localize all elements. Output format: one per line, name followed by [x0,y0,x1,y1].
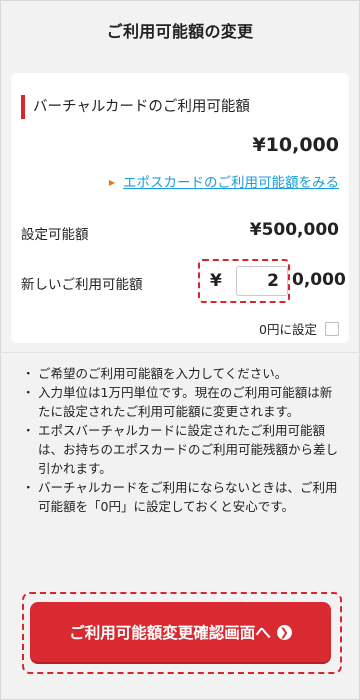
bullet: ・ [22,480,35,495]
page-title: ご利用可能額の変更 [106,22,254,41]
zero-setting-checkbox[interactable] [325,321,339,336]
bullet: ・ [22,385,35,400]
zero-setting-row: 0円に設定 [259,319,339,338]
list-item: ・入力単位は1万円単位です。現在のご利用可能額は新たに設定されたご利用可能額に変… [22,383,340,421]
settable-limit-value: ¥500,000 [249,220,339,240]
amount-suffix: 0,000 [292,270,346,290]
divider [0,352,360,353]
zero-setting-label: 0円に設定 [259,322,317,337]
list-item: ・エポスバーチャルカードに設定されたご利用可能額は、お持ちのエポスカードのご利用… [22,421,340,478]
bullet: ・ [22,423,35,438]
epos-link-label: エポスカードのご利用可能額をみる [123,175,339,191]
triangle-marker-icon: ▶ [108,178,115,187]
settable-limit-label: 設定可能額 [21,227,89,243]
note-text: 入力単位は1万円単位です。現在のご利用可能額は新たに設定されたご利用可能額に変更… [38,385,333,419]
limit-card: バーチャルカードのご利用可能額 ¥10,000 ▶ エポスカードのご利用可能額をみ… [11,73,349,343]
cta-highlight: ご利用可能額変更確認画面へ ❯ [22,592,342,674]
section-title: バーチャルカードのご利用可能額 [21,95,250,119]
confirm-change-label: ご利用可能額変更確認画面へ [69,624,271,642]
list-item: ・ご希望のご利用可能額を入力してください。 [22,364,340,383]
confirm-change-button[interactable]: ご利用可能額変更確認画面へ ❯ [30,602,331,662]
note-text: エポスバーチャルカードに設定されたご利用可能額は、お持ちのエポスカードのご利用可… [38,423,339,476]
notes-list: ・ご希望のご利用可能額を入力してください。 ・入力単位は1万円単位です。現在のご… [22,364,340,516]
note-text: ご希望のご利用可能額を入力してください。 [38,366,288,381]
list-item: ・バーチャルカードをご利用にならないときは、ご利用可能額を「0円」に設定しておく… [22,478,340,516]
current-limit-amount: ¥10,000 [252,134,339,156]
new-limit-input[interactable] [236,266,288,296]
epos-limit-link[interactable]: ▶ エポスカードのご利用可能額をみる [109,171,339,191]
new-limit-input-group: ¥ [198,259,290,303]
note-text: バーチャルカードをご利用にならないときは、ご利用可能額を「0円」に設定しておくと… [38,480,338,514]
currency-symbol: ¥ [210,271,222,291]
chevron-right-circle-icon: ❯ [276,624,292,640]
bullet: ・ [22,366,35,381]
new-limit-label: 新しいご利用可能額 [21,277,143,293]
